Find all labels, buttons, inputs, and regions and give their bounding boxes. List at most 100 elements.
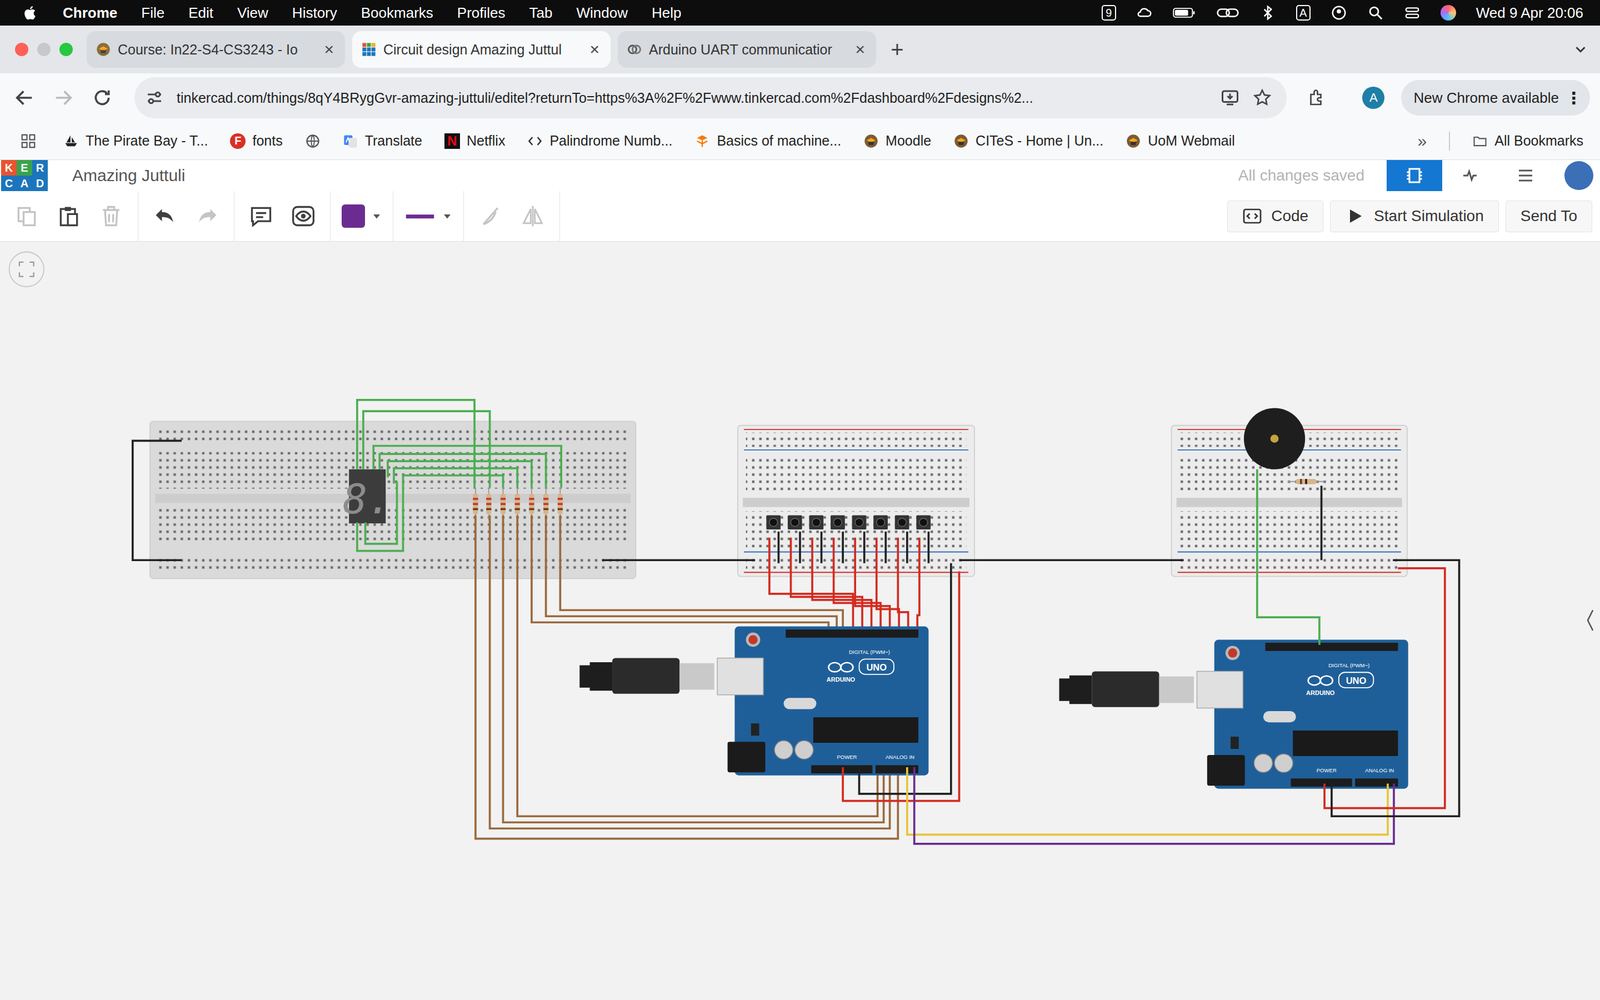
side-panel-toggle[interactable] (1587, 610, 1593, 631)
resistor[interactable] (1287, 478, 1325, 484)
back-arrow-icon[interactable] (13, 86, 36, 109)
schematic-view-button[interactable] (1442, 160, 1498, 192)
menu-item[interactable]: Profiles (457, 4, 506, 22)
buzzer[interactable] (1243, 408, 1305, 470)
menu-item[interactable]: Window (576, 4, 628, 22)
send-to-button[interactable]: Send To (1505, 200, 1593, 233)
user-avatar[interactable] (1564, 161, 1594, 190)
bookmarks-overflow-button[interactable]: » (1417, 131, 1428, 151)
arduino-board[interactable]: DIGITAL (PWM~)ARDUINOUNOPOWERANALOG IN (1059, 639, 1409, 789)
user-icon[interactable] (1330, 4, 1348, 22)
wire[interactable] (859, 563, 952, 794)
wire[interactable] (833, 537, 881, 633)
arduino-board[interactable]: DIGITAL (PWM~)ARDUINOUNOPOWERANALOG IN (579, 626, 929, 776)
bookmark-item[interactable]: UoM Webmail (1125, 132, 1235, 149)
bluetooth-icon[interactable] (1259, 4, 1277, 22)
reset-button[interactable] (1228, 648, 1238, 658)
menu-item[interactable]: Bookmarks (361, 4, 434, 22)
tinkercad-logo[interactable]: KERCAD (1, 160, 48, 192)
wire[interactable] (812, 537, 872, 633)
bookmark-item[interactable]: Translate (342, 132, 423, 149)
url-text[interactable]: tinkercad.com/things/8qY4BRygGvr-amazing… (176, 90, 1208, 107)
wire[interactable] (959, 558, 1184, 562)
start-simulation-button[interactable]: Start Simulation (1330, 200, 1499, 233)
apps-grid-icon[interactable] (20, 132, 37, 150)
site-settings-icon[interactable] (144, 87, 165, 108)
bookmark-item[interactable]: CITeS - Home | Un... (953, 132, 1104, 149)
breadboard[interactable] (150, 421, 636, 579)
line-button[interactable] (404, 200, 453, 232)
all-bookmarks-button[interactable]: All Bookmarks (1472, 132, 1584, 149)
menu-item[interactable]: Tab (529, 4, 553, 22)
wire[interactable] (790, 537, 863, 633)
forward-arrow-icon[interactable] (52, 86, 75, 109)
code-button[interactable]: Code (1227, 200, 1324, 233)
wire[interactable] (1320, 485, 1323, 560)
seven-segment-display[interactable]: 8. (342, 469, 392, 524)
update-chrome-button[interactable]: New Chrome available⋮ (1401, 80, 1590, 116)
paste-button[interactable] (53, 200, 85, 232)
weather-icon[interactable] (1136, 4, 1153, 22)
siri-icon[interactable] (1440, 5, 1457, 21)
wire[interactable] (876, 537, 899, 633)
bookmark-item[interactable]: NNetflix (444, 132, 505, 149)
search-icon[interactable] (1367, 4, 1384, 22)
component-list-button[interactable] (1497, 160, 1554, 192)
browser-tab[interactable]: Course: In22-S4-CS3243 - Io× (86, 31, 345, 68)
bookmark-item[interactable]: Moodle (863, 132, 932, 149)
menu-item[interactable]: View (237, 4, 269, 22)
profile-avatar[interactable]: A (1362, 86, 1385, 109)
circuit-diagram[interactable]: 8. DIGITAL (PWM~)ARDUINOUNOPOWERANALOG IN… (0, 241, 1600, 1000)
design-title[interactable]: Amazing Juttuli (72, 166, 185, 185)
usb-cable[interactable] (579, 658, 764, 695)
bookmark-star-icon[interactable] (1252, 87, 1273, 108)
bookmark-item[interactable]: Ffonts (230, 132, 283, 149)
circuit-canvas[interactable]: 8. DIGITAL (PWM~)ARDUINOUNOPOWERANALOG IN… (0, 241, 1600, 1000)
undo-button[interactable] (149, 200, 181, 232)
wire[interactable] (531, 515, 829, 633)
wire[interactable] (393, 468, 518, 488)
input-source[interactable]: A (1296, 5, 1311, 21)
wire[interactable] (379, 453, 546, 488)
wire[interactable] (1324, 568, 1445, 809)
wire[interactable] (1331, 560, 1460, 817)
swatch-button[interactable] (341, 200, 382, 232)
rotate-button[interactable] (475, 200, 507, 232)
calendar-status[interactable]: 9 (1101, 5, 1117, 21)
eye-button[interactable] (287, 200, 319, 232)
wire[interactable] (365, 481, 398, 544)
close-window-button[interactable] (15, 42, 29, 57)
apple-icon[interactable] (22, 3, 39, 22)
bookmark-item[interactable]: The Pirate Bay - T... (63, 132, 208, 149)
usb-cable[interactable] (1059, 671, 1244, 708)
extensions-icon[interactable] (1306, 87, 1327, 108)
menu-item[interactable]: Help (651, 4, 682, 22)
wire[interactable] (560, 515, 843, 633)
browser-tab[interactable]: Circuit design Amazing Juttul× (352, 31, 611, 68)
note-button[interactable] (245, 200, 277, 232)
wire[interactable] (914, 767, 1394, 844)
reset-button[interactable] (748, 635, 758, 645)
chevron-left-icon[interactable] (1587, 610, 1593, 631)
delete-button[interactable] (95, 200, 127, 232)
wire[interactable] (907, 767, 1388, 835)
wire[interactable] (357, 475, 504, 552)
menu-item[interactable]: History (292, 4, 338, 22)
tab-close-button[interactable]: × (321, 40, 337, 59)
new-tab-button[interactable]: + (883, 37, 912, 63)
zoom-window-button[interactable] (59, 42, 73, 57)
clock[interactable]: Wed 9 Apr 20:06 (1476, 4, 1584, 22)
chevron-down-icon[interactable] (1572, 41, 1589, 58)
battery-icon[interactable] (1172, 6, 1197, 20)
redo-button[interactable] (191, 200, 223, 232)
bookmark-item[interactable]: Palindrome Numb... (527, 132, 673, 149)
control-center-icon[interactable] (1403, 4, 1421, 22)
install-app-icon[interactable] (1220, 87, 1240, 108)
link-icon[interactable] (1216, 6, 1240, 20)
flip-button[interactable] (517, 200, 549, 232)
minimize-window-button[interactable] (37, 42, 51, 57)
address-bar[interactable]: tinkercad.com/things/8qY4BRygGvr-amazing… (134, 77, 1287, 119)
wire[interactable] (475, 515, 898, 839)
app-menu[interactable]: Chrome (62, 4, 118, 22)
copy-button[interactable] (11, 200, 43, 232)
